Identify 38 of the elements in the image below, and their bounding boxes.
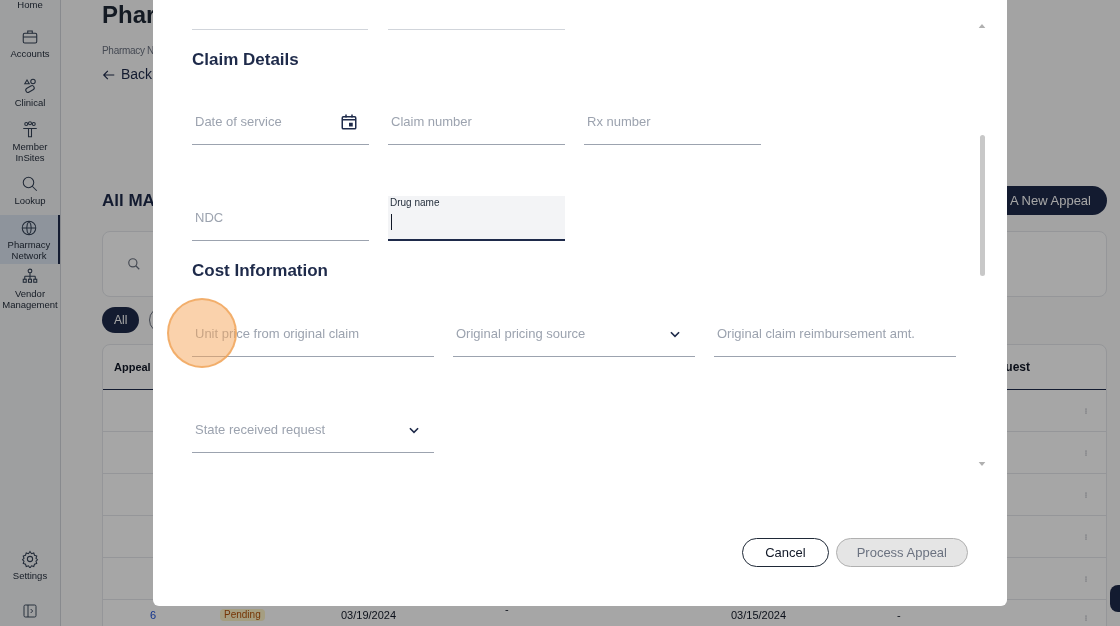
globe-icon: [20, 218, 38, 237]
pills-icon: [21, 77, 39, 95]
input-field[interactable]: Drug name: [388, 196, 565, 241]
people-icon: [21, 120, 39, 139]
table-cell: -: [505, 603, 509, 615]
panel-expand-icon[interactable]: [22, 603, 38, 619]
sidebar-item[interactable]: Accounts: [0, 19, 60, 68]
sidebar-item[interactable]: Clinical: [0, 68, 60, 117]
table-cell: 03/15/2024: [731, 609, 787, 621]
briefcase-icon: [21, 28, 39, 46]
search-icon: [127, 257, 141, 271]
table-cell: -: [897, 609, 901, 621]
sidebar-item[interactable]: Member InSites: [0, 117, 60, 166]
scroll-up-icon: [978, 22, 986, 30]
sidebar-item[interactable]: Vendor Management: [0, 264, 60, 313]
filter-chip[interactable]: All: [102, 307, 140, 333]
breadcrumb: Pharmacy N: [102, 44, 154, 58]
table-cell: 03/19/2024: [341, 609, 397, 621]
page-title: Phar: [102, 0, 156, 30]
sidebar-item[interactable]: Home: [0, 0, 60, 19]
status-badge: Pending: [220, 609, 265, 621]
column-header: Appeal: [114, 359, 151, 375]
cancel-button[interactable]: Cancel: [742, 538, 829, 567]
search-icon: [21, 175, 39, 193]
org-chart-icon: [21, 267, 39, 286]
sidebar-item[interactable]: Pharmacy Network: [0, 215, 60, 264]
calendar-icon: [340, 113, 358, 131]
section-heading: Claim Details: [192, 49, 299, 71]
scrollbar-thumb[interactable]: [980, 135, 985, 276]
sidebar-item[interactable]: Lookup: [0, 166, 60, 215]
section-heading: Cost Information: [192, 260, 328, 282]
scroll-down-icon: [978, 460, 986, 468]
table-cell: 6: [150, 609, 157, 621]
section-title: All MA: [102, 189, 155, 212]
settings-item[interactable]: Settings: [12, 550, 48, 581]
settings-icon: [21, 550, 39, 568]
back-link[interactable]: Back: [102, 64, 153, 85]
help-tab[interactable]: [1110, 585, 1120, 612]
